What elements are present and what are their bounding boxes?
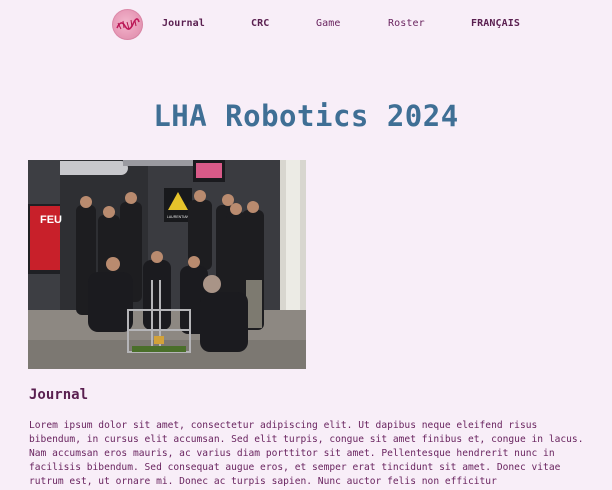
sign-text: LAURENTIAN (167, 215, 190, 219)
top-nav: Journal CRC Game Roster FRANÇAIS (0, 0, 612, 48)
banner-text: FEU (40, 214, 62, 226)
nav-link-crc[interactable]: CRC (251, 18, 269, 30)
nav-link-roster[interactable]: Roster (388, 18, 425, 30)
nav-link-journal[interactable]: Journal (162, 18, 205, 30)
journal-heading: Journal (29, 387, 89, 403)
team-logo-icon[interactable] (112, 9, 143, 40)
nav-link-francais[interactable]: FRANÇAIS (471, 18, 520, 30)
nav-link-game[interactable]: Game (316, 18, 340, 30)
page-title: LHA Robotics 2024 (153, 99, 459, 133)
journal-body: Lorem ipsum dolor sit amet, consectetur … (29, 420, 584, 487)
team-photo: FEU LAURENTIAN (28, 160, 306, 369)
